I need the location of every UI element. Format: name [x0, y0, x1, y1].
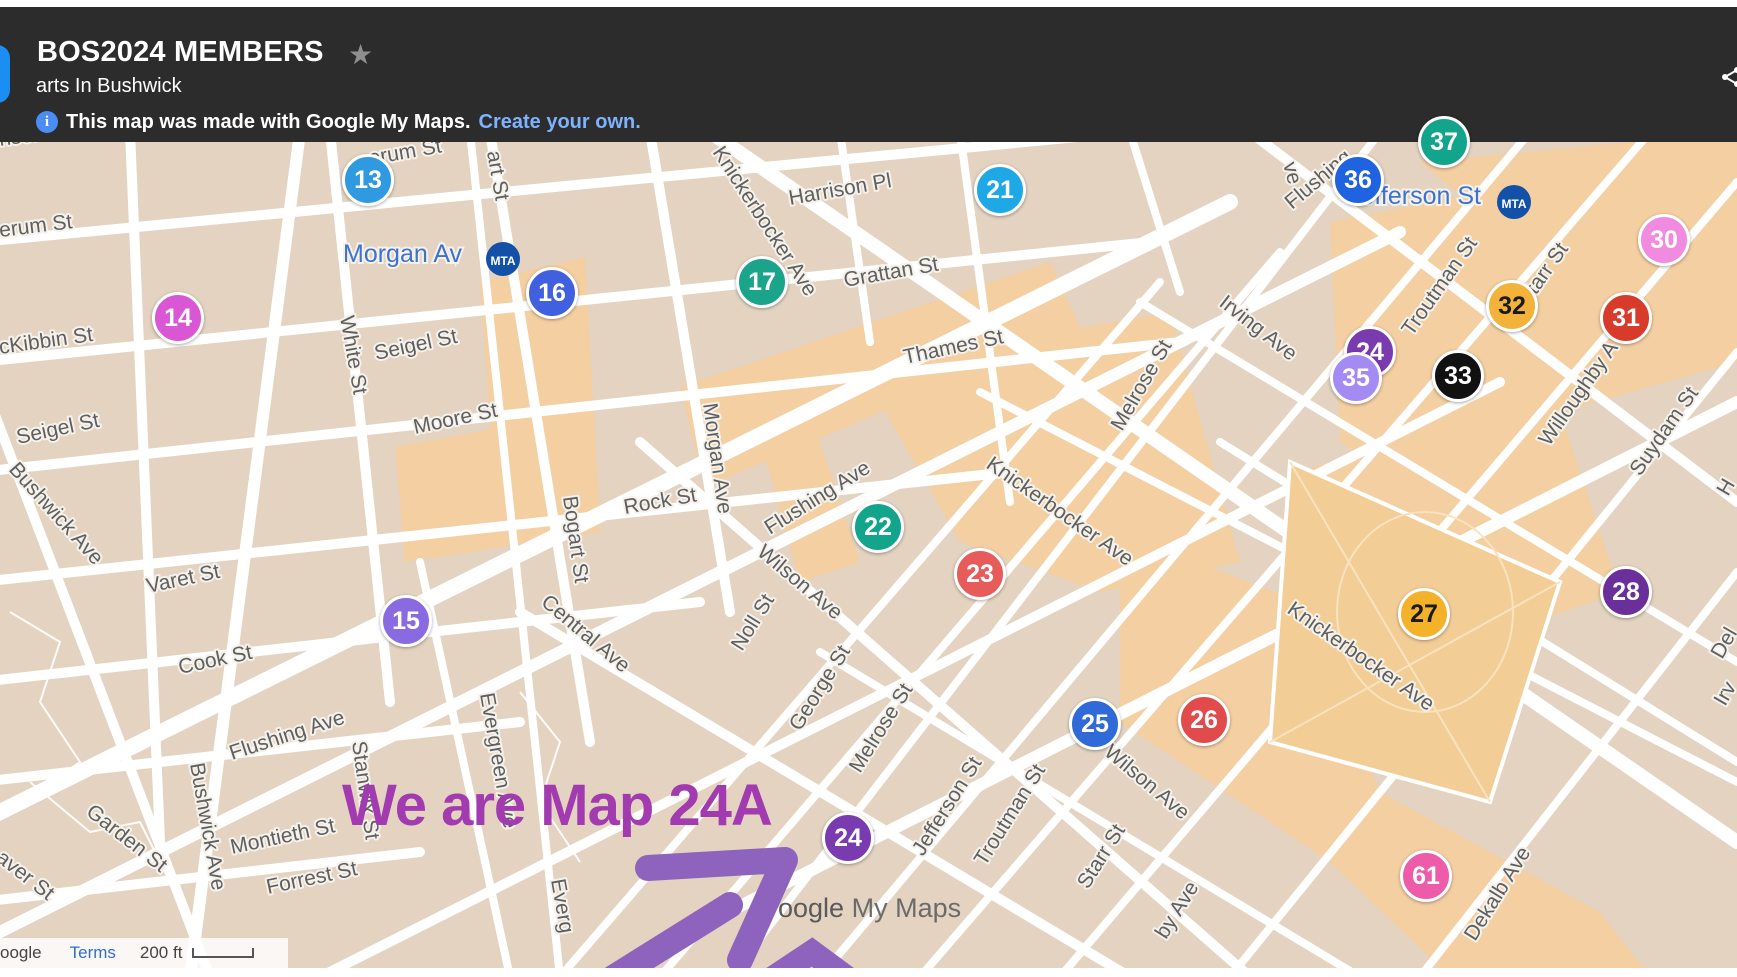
street-label: Seigel St — [372, 325, 459, 365]
station-label-morgan-av: Morgan Av — [343, 240, 463, 268]
map-marker[interactable]: 14 — [152, 292, 204, 344]
map-marker[interactable]: 28 — [1600, 566, 1652, 618]
terms-link[interactable]: Terms — [70, 943, 116, 963]
map-marker[interactable]: 13 — [342, 154, 394, 206]
screenshot-viewport: BOS2024 MEMBERS ★ arts In Bushwick i Thi… — [0, 0, 1737, 977]
map-marker[interactable]: 30 — [1638, 214, 1690, 266]
info-banner: i This map was made with Google My Maps.… — [36, 108, 641, 136]
map-marker[interactable]: 22 — [852, 501, 904, 553]
street-label: nson Av — [0, 142, 75, 151]
watermark-google: oogle — [778, 893, 845, 923]
mta-icon-text: MTA — [490, 254, 515, 268]
map-marker[interactable]: 35 — [1330, 352, 1382, 404]
map-marker[interactable]: 31 — [1600, 292, 1652, 344]
google-my-maps-watermark: oogle My Maps — [778, 893, 961, 924]
mta-icon: MTA — [1497, 185, 1531, 219]
footer-google-text: oogle — [0, 943, 42, 962]
map-marker[interactable]: 27 — [1398, 588, 1450, 640]
scale-label: 200 ft — [139, 943, 183, 962]
street-label: Irv — [1709, 677, 1737, 709]
map-marker[interactable]: 23 — [954, 548, 1006, 600]
map-subtitle: arts In Bushwick — [36, 75, 182, 97]
map-marker[interactable]: 25 — [1069, 698, 1121, 750]
watermark-mymaps: My Maps — [851, 893, 962, 923]
mta-icon-text: MTA — [1501, 197, 1526, 211]
handwritten-annotation: We are Map 24A — [342, 773, 773, 838]
star-icon[interactable]: ★ — [348, 40, 378, 70]
map-avatar-icon[interactable] — [0, 45, 10, 103]
scale-bar — [192, 948, 255, 958]
street-label: Harrison Pl — [787, 169, 893, 210]
street-label: Troutman St — [970, 760, 1050, 870]
share-icon[interactable] — [1719, 65, 1737, 89]
map-marker[interactable]: 26 — [1178, 694, 1230, 746]
map-marker[interactable]: 16 — [526, 267, 578, 319]
map-title: BOS2024 MEMBERS — [37, 36, 324, 68]
info-text: This map was made with Google My Maps. — [66, 110, 471, 133]
street-label: Bushwick Ave — [4, 458, 108, 569]
top-border — [0, 0, 1737, 7]
map-marker[interactable]: 61 — [1400, 850, 1452, 902]
map-marker[interactable]: 17 — [736, 256, 788, 308]
map-marker[interactable]: 15 — [380, 595, 432, 647]
create-your-own-link[interactable]: Create your own. — [479, 111, 641, 134]
map-marker[interactable]: 21 — [974, 164, 1026, 216]
street-label: Cook St — [176, 641, 254, 679]
bottom-border — [0, 968, 1737, 977]
map-marker[interactable]: 37 — [1418, 116, 1470, 168]
street-label: Flushing Ave — [226, 706, 347, 765]
street-label: Jefferson St — [908, 753, 987, 860]
street-label: Noll St — [727, 590, 779, 655]
info-icon: i — [36, 111, 58, 133]
map-footer: oogle Terms 200 ft — [0, 938, 288, 968]
map-marker[interactable]: 36 — [1332, 154, 1384, 206]
map-marker[interactable]: 33 — [1432, 350, 1484, 402]
street-label: Montieth St — [228, 814, 337, 859]
street-label: Seigel St — [14, 409, 101, 449]
street-label: H — [1712, 475, 1737, 500]
mta-icon: MTA — [486, 242, 520, 276]
map-header: BOS2024 MEMBERS ★ arts In Bushwick i Thi… — [0, 7, 1737, 142]
map-marker[interactable]: 32 — [1486, 280, 1538, 332]
